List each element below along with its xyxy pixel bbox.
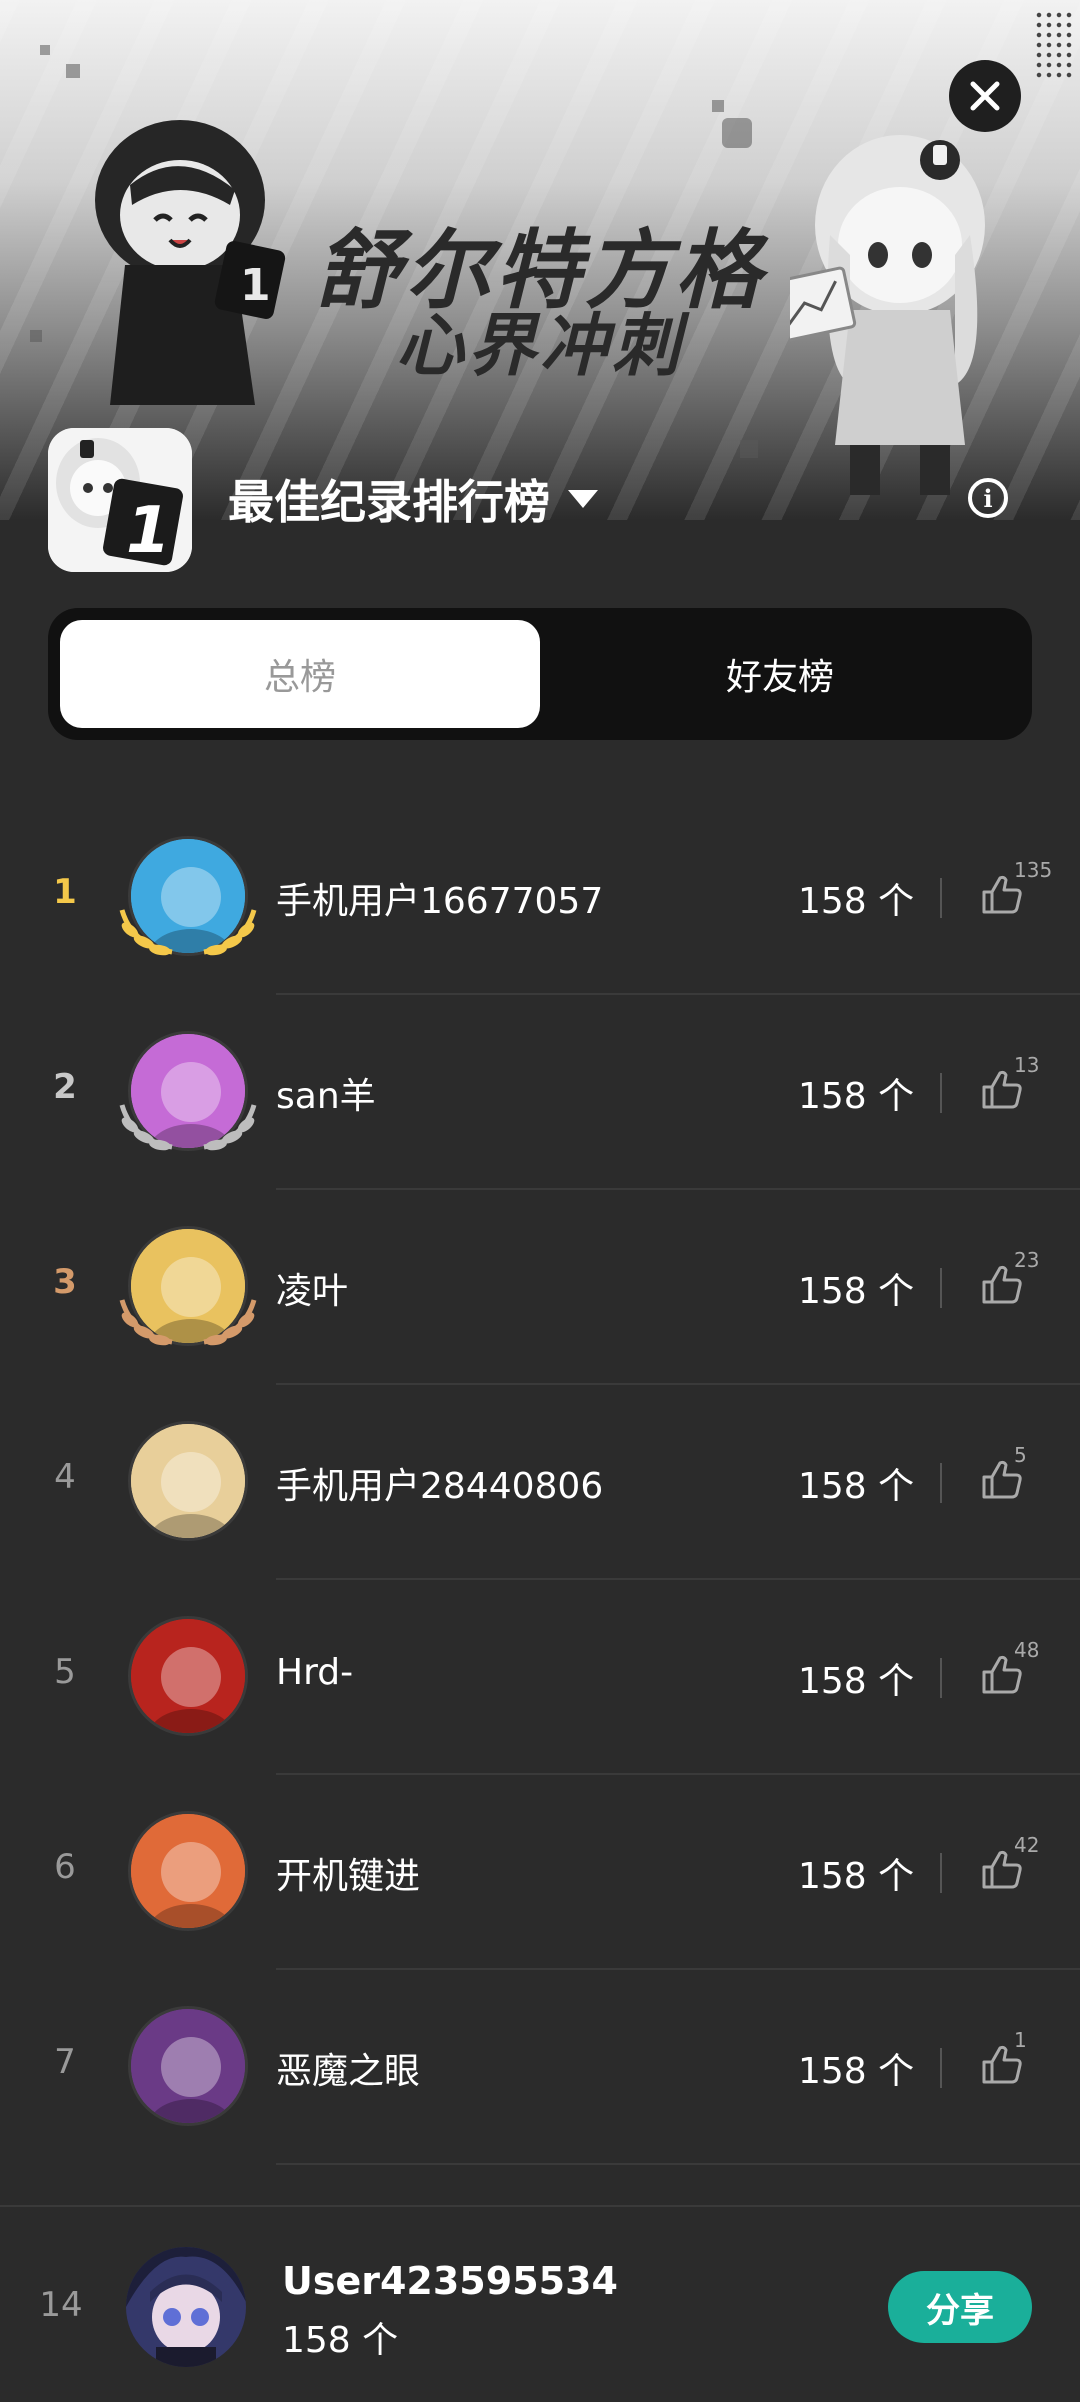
row-divider [276, 2163, 1080, 2165]
leaderboard-row[interactable]: 5 Hrd- 158 个 48 [0, 1580, 1080, 1775]
vertical-divider [940, 2048, 942, 2088]
avatar-image [131, 2009, 245, 2123]
laurel-wreath-icon [119, 1299, 257, 1346]
rank-number: 4 [54, 1457, 76, 1497]
leaderboard-title: 最佳纪录排行榜 [228, 475, 550, 529]
user-avatar[interactable] [128, 1811, 248, 1931]
vertical-divider [940, 1658, 942, 1698]
share-button[interactable]: 分享 [888, 2271, 1032, 2343]
tab-overall[interactable]: 总榜 [60, 620, 540, 728]
user-avatar[interactable] [128, 1421, 248, 1541]
info-icon[interactable]: i [968, 478, 1008, 518]
banner-deco-square [722, 118, 752, 148]
leaderboard-row[interactable]: 3 凌叶 158 个 23 [0, 1190, 1080, 1385]
username: Hrd- [276, 1652, 354, 1693]
leaderboard-row[interactable]: 6 开机键进 158 个 42 [0, 1775, 1080, 1970]
like-count: 1 [1014, 2028, 1027, 2052]
my-avatar[interactable] [126, 2247, 246, 2367]
vertical-divider [940, 1853, 942, 1893]
rank-number: 3 [53, 1262, 77, 1302]
score-value: 158 个 [798, 1466, 915, 1507]
tab-friends[interactable]: 好友榜 [540, 620, 1020, 728]
score-value: 158 个 [798, 1661, 915, 1702]
like-count: 48 [1014, 1638, 1040, 1662]
rank-number: 1 [53, 872, 77, 912]
username: 手机用户28440806 [276, 1466, 604, 1507]
score-value: 158 个 [798, 1856, 915, 1897]
close-button[interactable] [949, 60, 1021, 132]
leaderboard-row[interactable]: 4 手机用户28440806 158 个 5 [0, 1385, 1080, 1580]
banner-deco-square [712, 100, 724, 112]
rank-number: 7 [54, 2042, 76, 2082]
avatar-image [131, 1424, 245, 1538]
laurel-wreath-icon [119, 1104, 257, 1151]
banner-deco-square [66, 64, 80, 78]
close-icon [970, 81, 1000, 111]
my-rank-bar: 14 User423595534 158 个 分享 [0, 2205, 1080, 2402]
rank-number: 5 [54, 1652, 76, 1692]
my-username: User423595534 [282, 2259, 618, 2303]
banner-dot-pattern [1034, 10, 1074, 80]
score-value: 158 个 [798, 2051, 915, 2092]
like-count: 13 [1014, 1053, 1040, 1077]
leaderboard-row[interactable]: 2 san羊 158 个 13 [0, 995, 1080, 1190]
score-value: 158 个 [798, 1271, 915, 1312]
game-app-icon: 1 [48, 428, 192, 572]
svg-text:1: 1 [126, 494, 171, 568]
banner-deco-square [40, 45, 50, 55]
vertical-divider [940, 1463, 942, 1503]
user-avatar[interactable] [128, 2006, 248, 2126]
like-count: 135 [1014, 858, 1053, 882]
vertical-divider [940, 1073, 942, 1113]
banner-deco-square [740, 440, 758, 458]
rank-number: 6 [54, 1847, 76, 1887]
leaderboard-selector[interactable]: 最佳纪录排行榜 [228, 466, 598, 532]
game-logo-icon: 1 [48, 428, 192, 572]
leaderboard-row[interactable]: 1 手机用户16677057 158 个 135 [0, 800, 1080, 995]
avatar-image [131, 1814, 245, 1928]
like-count: 42 [1014, 1833, 1040, 1857]
username: 开机键进 [276, 1856, 421, 1897]
laurel-wreath-icon [119, 909, 257, 956]
like-count: 23 [1014, 1248, 1040, 1272]
username: san羊 [276, 1076, 376, 1117]
avatar-image [126, 2247, 246, 2367]
my-rank: 14 [39, 2285, 83, 2325]
banner-title-sub: 心界冲刺 [395, 307, 684, 386]
score-value: 158 个 [798, 881, 915, 922]
user-avatar[interactable] [128, 1616, 248, 1736]
my-score: 158 个 [282, 2320, 399, 2361]
like-count: 5 [1014, 1443, 1027, 1467]
vertical-divider [940, 1268, 942, 1308]
avatar-image [131, 1619, 245, 1733]
username: 恶魔之眼 [276, 2051, 421, 2092]
score-value: 158 个 [798, 1076, 915, 1117]
leaderboard-tabs: 总榜 好友榜 [48, 608, 1032, 740]
leaderboard-row[interactable]: 7 恶魔之眼 158 个 1 [0, 1970, 1080, 2165]
rank-number: 2 [53, 1067, 77, 1107]
vertical-divider [940, 878, 942, 918]
username: 凌叶 [276, 1271, 349, 1312]
username: 手机用户16677057 [276, 881, 604, 922]
caret-down-icon [568, 490, 598, 508]
